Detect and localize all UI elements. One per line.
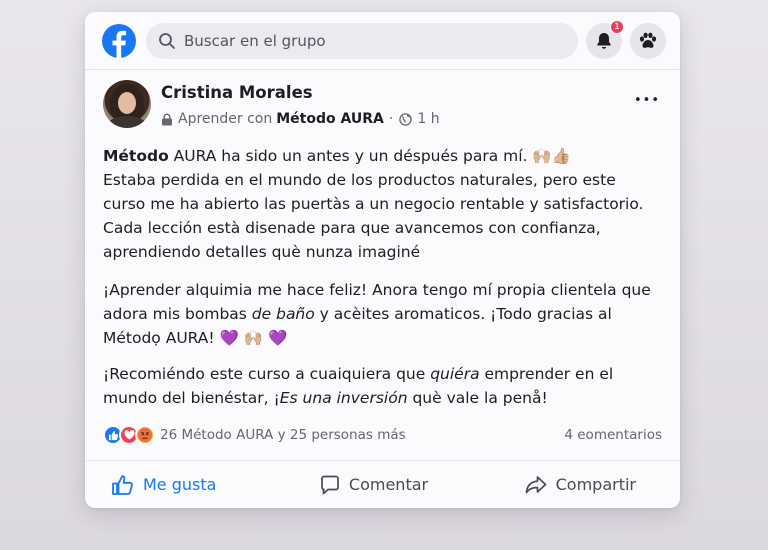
paw-icon (639, 32, 657, 48)
subline-prefix: Aprender con (178, 111, 273, 127)
more-options-button[interactable]: ••• (632, 90, 662, 110)
share-icon (525, 475, 546, 493)
para2-italic: de baño (251, 305, 315, 323)
notifications-button[interactable]: 1 (586, 19, 624, 59)
post-paragraph-1: Método AURA ha sido un antes y un déspué… (103, 144, 662, 264)
lock-icon (162, 113, 172, 125)
comment-label: Comentar (348, 475, 429, 494)
post-paragraph-3: ¡Recomiéndo este curso a cuaiquiera que … (103, 362, 662, 410)
group-link[interactable]: Método AURA (276, 111, 384, 127)
post-subline: Aprender con Método AURA · 1 h (161, 111, 632, 127)
para1-bold: Método (103, 147, 169, 165)
like-button[interactable]: Me gusta (93, 474, 286, 496)
post-time[interactable]: 1 h (417, 111, 439, 127)
search-input[interactable]: Buscar en el grupo (146, 22, 578, 59)
para3-text-a: ¡Recomiéndo este curso a cuaiquiera que (103, 365, 431, 383)
reaction-icons[interactable] (103, 425, 155, 445)
bell-icon (597, 32, 611, 49)
action-bar: Me gusta Comentar Compartir (85, 460, 680, 508)
notification-badge: 1 (610, 19, 624, 34)
groups-button[interactable] (630, 22, 666, 59)
separator-dot: · (388, 111, 394, 127)
reactions-summary[interactable]: 26 Método AURA y 25 personas más (160, 427, 406, 443)
like-label: Me gusta (143, 475, 217, 494)
reactions-bar: 26 Método AURA y 25 personas más 4 eomen… (85, 424, 680, 446)
comments-count[interactable]: 4 eomentarios (564, 427, 662, 443)
post-card: Buscar en el grupo 1 Cristina Morales Ap… (85, 12, 680, 508)
avatar[interactable] (103, 80, 151, 128)
comment-icon (321, 475, 339, 494)
globe-icon (399, 112, 413, 126)
angry-icon (135, 425, 155, 445)
thumbs-up-icon (112, 474, 133, 495)
author-name[interactable]: Cristina Morales (161, 83, 632, 102)
post-meta: Cristina Morales Aprender con Método AUR… (161, 80, 632, 127)
comment-button[interactable]: Comentar (286, 474, 461, 496)
share-label: Compartir (555, 475, 636, 494)
more-icon: ••• (633, 92, 660, 108)
post-body: Método AURA ha sido un antes y un déspué… (85, 140, 680, 410)
search-icon (159, 32, 175, 49)
search-placeholder: Buscar en el grupo (184, 31, 326, 50)
para1-line1: AURA ha sido un antes y un déspués para … (168, 147, 572, 165)
share-button[interactable]: Compartir (461, 474, 672, 496)
para3-italic-2: Es una inversión (279, 389, 408, 407)
post-paragraph-2: ¡Aprender alquimia me hace feliz! Anora … (103, 278, 662, 350)
top-bar: Buscar en el grupo 1 (85, 12, 680, 70)
para3-italic-1: quiéra (430, 365, 480, 383)
para1-rest: Estaba perdida en el mundo de los produc… (103, 171, 644, 261)
para3-text-c: què vale la penå! (407, 389, 548, 407)
post-header: Cristina Morales Aprender con Método AUR… (85, 70, 680, 140)
facebook-logo-icon[interactable] (102, 23, 136, 58)
